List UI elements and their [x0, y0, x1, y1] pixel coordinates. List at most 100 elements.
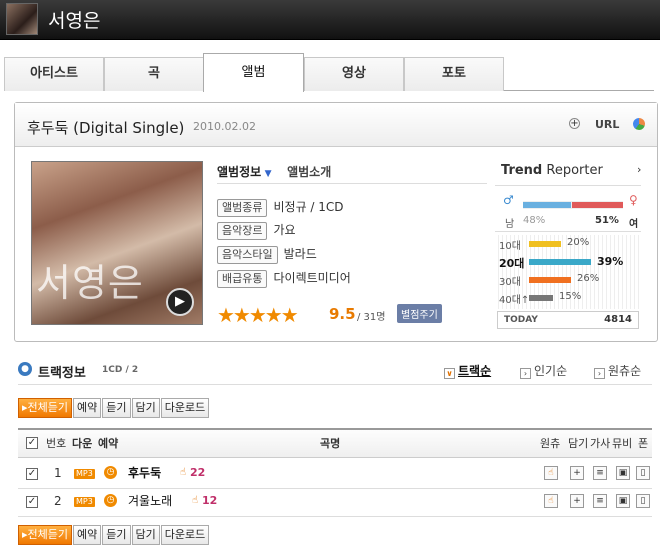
female-icon: ♀ — [629, 193, 638, 207]
tab-album-intro[interactable]: 앨범소개 — [287, 165, 331, 179]
artist-header: 서영은 — [0, 0, 660, 40]
album-info: 앨범정보 ▼ 앨범소개 앨범종류 비정규 / 1CD 음악장르 가요 음악스타일 발라… — [217, 159, 487, 329]
age-label: 40대↑ — [499, 295, 530, 306]
track-checkbox[interactable]: ✓ — [26, 496, 38, 508]
lyrics-icon[interactable]: ≡ — [593, 466, 607, 480]
mp3-icon[interactable]: MP3 — [74, 469, 95, 479]
action-buttons-bottom: ▸전체듣기 예약 듣기 담기 다운로드 — [18, 525, 210, 545]
age-bar — [529, 259, 591, 265]
age-bar — [529, 277, 571, 283]
rate-button[interactable]: 별점주기 — [397, 304, 442, 323]
album-panel: 후두둑 (Digital Single) 2010.02.02 + URL 서영… — [14, 102, 658, 342]
gender-bar — [523, 201, 623, 209]
col-phone: 폰 — [638, 437, 649, 450]
track-likes: 12 — [202, 494, 218, 507]
action-buttons-top: ▸전체듣기 예약 듣기 담기 다운로드 — [18, 398, 210, 418]
detail-style: 음악스타일 발라드 — [217, 246, 317, 264]
clock-icon[interactable]: ◷ — [104, 494, 117, 507]
artist-avatar[interactable] — [6, 3, 38, 35]
info-tabs: 앨범정보 ▼ 앨범소개 — [217, 163, 331, 180]
table-row[interactable]: ✓ 2 MP3 ◷ 겨울노래 ☝ 12 ☝ + ≡ ▣ ▯ — [18, 487, 652, 517]
track-number: 2 — [54, 494, 62, 508]
trend-reporter: Trend Reporter › ♂ ♀ 남 48% 51% 여 10대 20%… — [489, 159, 647, 333]
chevron-right-icon[interactable]: › — [637, 163, 641, 176]
download-button[interactable]: 다운로드 — [160, 525, 210, 545]
thumbs-up-icon: ☝ — [180, 467, 187, 478]
url-button[interactable]: URL — [595, 118, 619, 131]
track-table-header: ✓ 번호 다운 예약 곡명 원츄 담기 가사 뮤비 폰 — [18, 428, 652, 458]
dropdown-arrow-icon[interactable]: ▼ — [265, 169, 272, 179]
today-label: TODAY — [504, 315, 538, 325]
detail-genre: 음악장르 가요 — [217, 222, 296, 240]
play-all-button[interactable]: ▸전체듣기 — [18, 398, 73, 418]
listen-button[interactable]: 듣기 — [102, 525, 131, 545]
chevron-right-icon: › — [594, 368, 605, 379]
tab-video[interactable]: 영상 — [304, 57, 404, 91]
chart-pie-icon[interactable] — [633, 118, 645, 130]
track-checkbox[interactable]: ✓ — [26, 468, 38, 480]
phone-icon[interactable]: ▯ — [636, 494, 650, 508]
album-date: 2010.02.02 — [193, 120, 256, 133]
add-icon[interactable]: + — [570, 494, 584, 508]
order-wonchu[interactable]: › 원츄순 — [594, 362, 641, 379]
age-label: 20대 — [499, 257, 525, 270]
select-all-checkbox[interactable]: ✓ — [26, 437, 38, 449]
detail-distributor: 배급유통 다이렉트미디어 — [217, 270, 351, 288]
album-title-bar: 후두둑 (Digital Single) 2010.02.02 + URL — [15, 103, 657, 147]
track-title[interactable]: 후두둑 — [128, 459, 161, 487]
thumbs-up-icon: ☝ — [192, 495, 199, 506]
age-pct: 26% — [577, 273, 600, 284]
mv-icon[interactable]: ▣ — [616, 494, 630, 508]
mp3-icon[interactable]: MP3 — [74, 497, 95, 507]
tab-songs[interactable]: 곡 — [104, 57, 204, 91]
col-reserve: 예약 — [98, 437, 119, 450]
today-value: 4814 — [604, 314, 632, 325]
order-track[interactable]: ∨ 트랙순 — [444, 362, 491, 379]
clock-icon[interactable]: ◷ — [104, 466, 117, 479]
wonchu-icon[interactable]: ☝ — [544, 494, 558, 508]
add-icon[interactable]: + — [570, 466, 584, 480]
tab-artist[interactable]: 아티스트 — [4, 57, 104, 91]
mv-icon[interactable]: ▣ — [616, 466, 630, 480]
table-row[interactable]: ✓ 1 MP3 ◷ 후두둑 ☝ 22 ☝ + ≡ ▣ ▯ — [18, 459, 652, 489]
cover-artist-text: 서영은 — [36, 261, 144, 305]
age-label: 30대 — [499, 277, 521, 288]
artist-name: 서영은 — [48, 10, 101, 32]
female-bar — [572, 202, 623, 208]
tab-bar: 아티스트 곡 앨범 영상 포토 — [4, 53, 654, 92]
album-cover[interactable]: 서영은 ▶ — [31, 161, 203, 325]
play-icon[interactable]: ▶ — [166, 288, 194, 316]
trend-title[interactable]: Trend Reporter — [501, 163, 603, 178]
order-popular[interactable]: › 인기순 — [520, 362, 567, 379]
detail-album-type: 앨범종류 비정규 / 1CD — [217, 199, 344, 217]
tab-album[interactable]: 앨범 — [203, 53, 304, 92]
listen-button[interactable]: 듣기 — [102, 398, 131, 418]
female-pct: 51% — [595, 215, 619, 226]
download-button[interactable]: 다운로드 — [160, 398, 210, 418]
add-button[interactable]: 담기 — [131, 398, 160, 418]
album-title: 후두둑 (Digital Single) — [27, 119, 185, 137]
age-pct: 20% — [567, 237, 590, 248]
male-label: 남 — [505, 219, 515, 230]
add-icon[interactable]: + — [569, 118, 580, 129]
age-bar — [529, 295, 553, 301]
female-label: 여 — [629, 219, 639, 230]
col-download: 다운 — [72, 437, 93, 450]
lyrics-icon[interactable]: ≡ — [593, 494, 607, 508]
reserve-button[interactable]: 예약 — [73, 398, 102, 418]
track-number: 1 — [54, 466, 62, 480]
track-title[interactable]: 겨울노래 — [128, 487, 172, 515]
rating-score: 9.5 — [329, 305, 356, 323]
tab-album-info[interactable]: 앨범정보 — [217, 165, 261, 179]
col-add: 담기 — [568, 437, 589, 450]
age-label: 10대 — [499, 241, 521, 252]
tab-photo[interactable]: 포토 — [404, 57, 504, 91]
wonchu-icon[interactable]: ☝ — [544, 466, 558, 480]
phone-icon[interactable]: ▯ — [636, 466, 650, 480]
age-pct: 39% — [597, 255, 624, 268]
add-button[interactable]: 담기 — [131, 525, 160, 545]
col-number: 번호 — [46, 437, 67, 450]
age-bar — [529, 241, 561, 247]
play-all-button[interactable]: ▸전체듣기 — [18, 525, 73, 545]
reserve-button[interactable]: 예약 — [73, 525, 102, 545]
